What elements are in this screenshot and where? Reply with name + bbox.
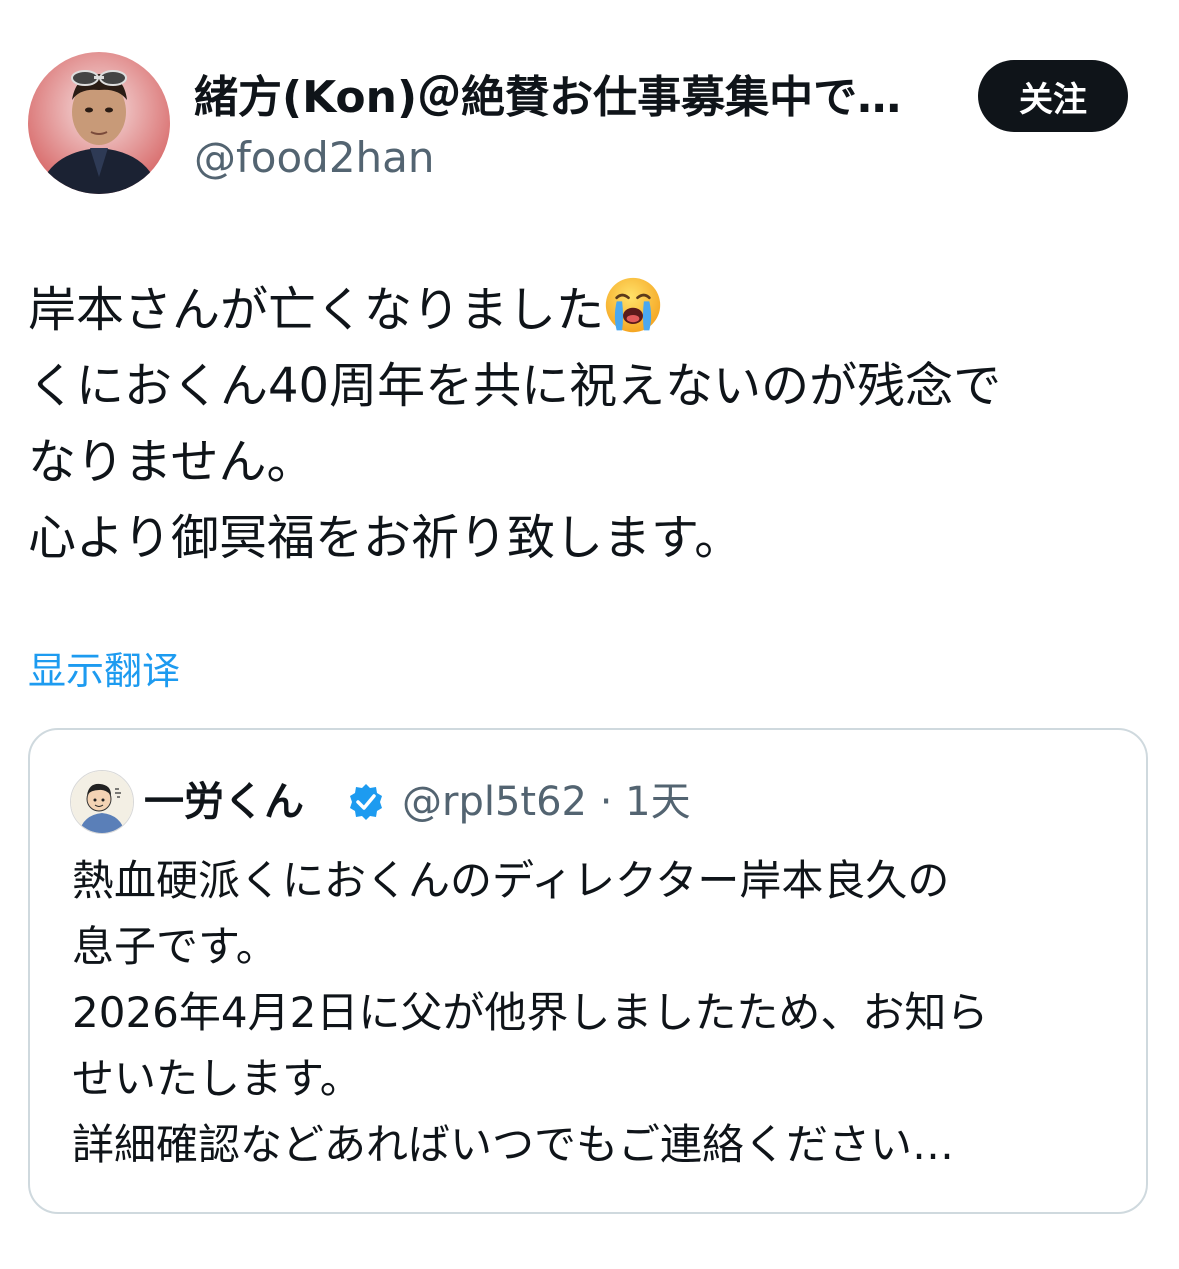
loudly-crying-face-icon xyxy=(605,277,661,333)
quoted-author-handle-and-time[interactable]: @rpl5t62 · 1天 xyxy=(402,774,691,830)
quoted-tweet-line: 詳細確認などあればいつでもご連絡ください… xyxy=(72,1120,955,1169)
avatar-image xyxy=(28,52,170,194)
verified-badge-icon xyxy=(350,784,382,820)
show-translation-link[interactable]: 显示翻译 xyxy=(28,644,180,698)
tweet-header: 緒方(Kon)＠絶賛お仕事募集中で… @food2han 关注 xyxy=(28,52,1138,198)
author-avatar[interactable] xyxy=(28,52,170,194)
quoted-tweet-text: 熱血硬派くにおくんのディレクター岸本良久の 息子です。 2026年4月2日に父が… xyxy=(72,848,1122,1178)
quoted-tweet-line: 息子です。 xyxy=(72,922,278,971)
quoted-tweet-line: 熱血硬派くにおくんのディレクター岸本良久の xyxy=(72,856,950,905)
tweet-line: 心より御冥福をお祈り致します。 xyxy=(28,510,743,566)
tweet-line: くにおくん40周年を共に祝えないのが残念で xyxy=(28,358,1002,414)
author-display-name[interactable]: 緒方(Kon)＠絶賛お仕事募集中で… xyxy=(194,68,954,128)
quoted-author-avatar[interactable] xyxy=(70,770,134,834)
author-handle[interactable]: @food2han xyxy=(194,130,435,186)
quoted-tweet-card[interactable]: 一労くん @rpl5t62 · 1天 熱血硬派くにおくんのディレクター岸本良久の… xyxy=(28,728,1148,1214)
tweet-line: 岸本さんが亡くなりました xyxy=(28,272,1148,348)
quoted-tweet-line: 2026年4月2日に父が他界しましたため、お知ら xyxy=(72,988,989,1037)
quoted-author-display-name[interactable]: 一労くん xyxy=(144,774,304,830)
tweet-line: なりません。 xyxy=(28,434,315,490)
tweet-text: 岸本さんが亡くなりました くにおくん40周年を共に祝えないのが残念で なりません… xyxy=(28,272,1148,576)
follow-button[interactable]: 关注 xyxy=(978,60,1128,132)
quoted-tweet-line: せいたします。 xyxy=(72,1054,362,1103)
quoted-avatar-image xyxy=(71,771,133,833)
